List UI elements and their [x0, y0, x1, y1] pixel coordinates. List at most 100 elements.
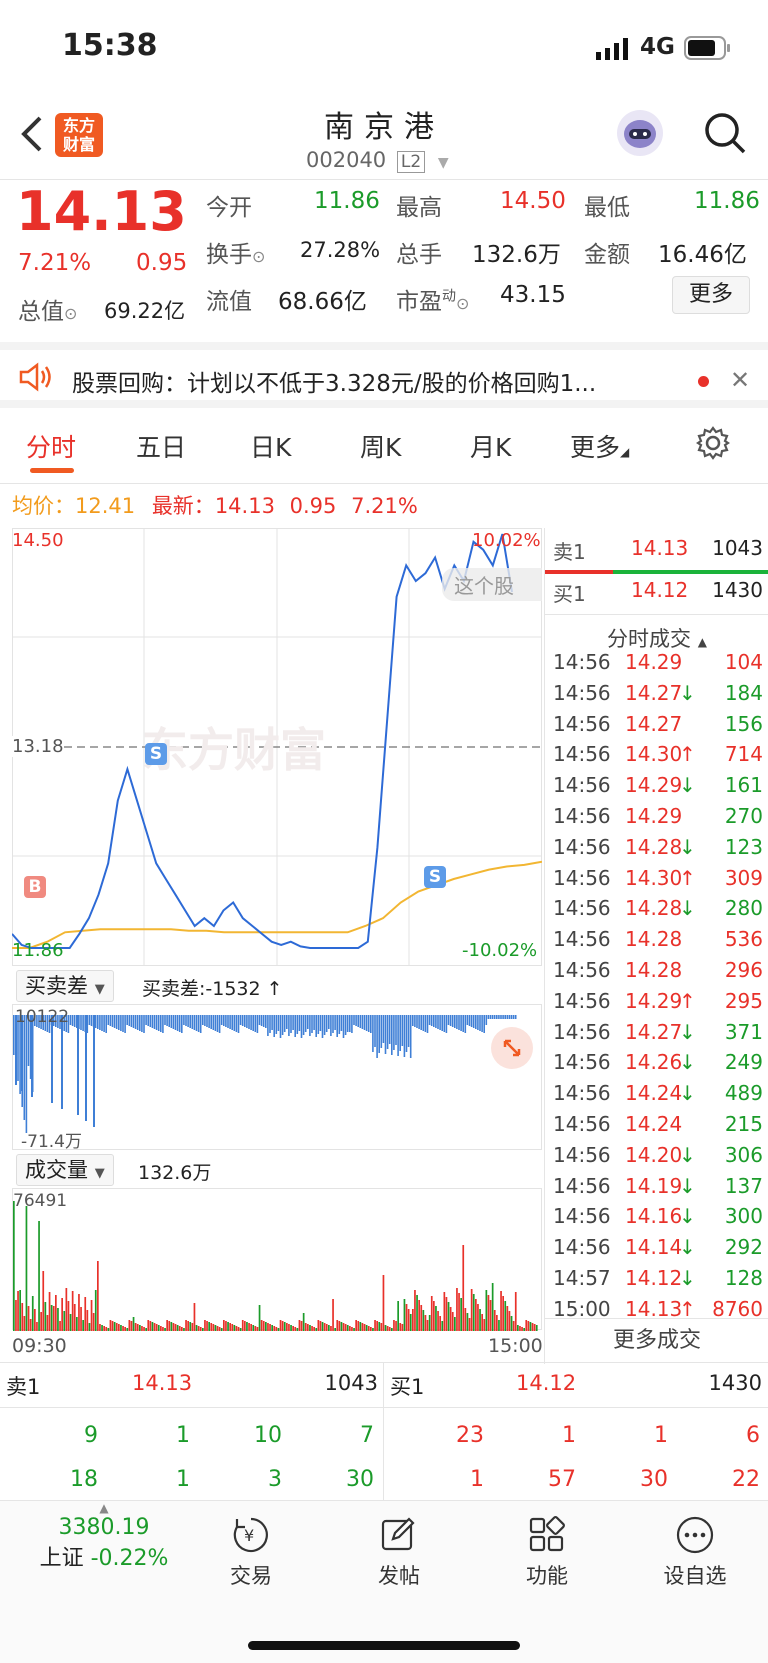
volume-bar: [265, 1322, 267, 1331]
volume-bar: [468, 1318, 471, 1331]
index-ticker[interactable]: ▲ 3380.19 上证 -0.22%: [24, 1501, 184, 1572]
volume-bar: [319, 1321, 322, 1331]
sell-marker[interactable]: S: [145, 743, 167, 765]
volume-bar: [283, 1322, 286, 1331]
stock-code-row[interactable]: 002040 L2 ▼: [306, 148, 449, 173]
spread-selector[interactable]: 买卖差 ▼: [16, 970, 114, 1002]
tick-price: 14.24: [625, 1081, 683, 1106]
spread-bar: [77, 1015, 79, 1115]
volume-bar: [370, 1327, 372, 1331]
tick-time: 14:56: [553, 1050, 611, 1075]
volume-bar: [90, 1300, 93, 1331]
tab-monthly-k[interactable]: 月K: [470, 428, 511, 464]
spread-bar: [489, 1015, 492, 1019]
expand-icon[interactable]: [491, 1027, 533, 1069]
tick-time: 14:56: [553, 927, 611, 952]
tab-weekly-k[interactable]: 周K: [360, 428, 401, 464]
volume-bar: [307, 1324, 309, 1331]
volume-bar: [403, 1299, 406, 1331]
spread-bar: [391, 1015, 393, 1055]
spread-bar: [447, 1015, 450, 1025]
volume-bar: [517, 1325, 519, 1331]
volume-bar: [292, 1326, 294, 1331]
volume-bar: [151, 1322, 154, 1331]
spread-bar: [191, 1015, 194, 1029]
tick-price: 14.19: [625, 1173, 683, 1198]
spread-bar: [197, 1015, 200, 1032]
volume-bar: [493, 1310, 496, 1331]
tick-price: 14.26: [625, 1050, 683, 1075]
order-book-panel: 卖1 14.13 1043 买1 14.12 1430 分时成交 ▲ 14:56…: [544, 528, 768, 1364]
search-icon[interactable]: [703, 111, 747, 159]
volume-bar: [502, 1296, 504, 1331]
spread-bar: [126, 1015, 128, 1025]
post-button[interactable]: 发帖: [344, 1515, 454, 1590]
spread-bar: [235, 1015, 238, 1032]
spread-bar: [145, 1015, 147, 1025]
settings-gear-icon[interactable]: [696, 426, 730, 464]
info-icon: ⊙: [456, 294, 470, 313]
volume-bar: [525, 1320, 528, 1331]
volume-bar: [323, 1323, 326, 1331]
volume-bar: [510, 1316, 513, 1331]
spread-bar: [281, 1015, 284, 1035]
spread-bar: [466, 1015, 469, 1025]
tick-volume: 371: [724, 1019, 763, 1044]
ticks-title[interactable]: 分时成交 ▲: [545, 614, 768, 653]
volume-bar: [470, 1289, 473, 1331]
sell-marker[interactable]: S: [424, 866, 446, 888]
close-icon[interactable]: ✕: [730, 366, 750, 394]
tick-row: 14:56 14.30 ↑ 714: [553, 742, 763, 772]
trade-button[interactable]: ¥ 交易: [196, 1515, 306, 1590]
volume-bar: [155, 1324, 158, 1331]
volume-bar: [220, 1328, 223, 1331]
spread-bar: [130, 1015, 133, 1027]
tab-active-indicator: [30, 468, 74, 473]
volume-bar: [458, 1293, 460, 1331]
price-change: 0.95: [136, 250, 188, 276]
spread-bar: [401, 1015, 404, 1046]
add-watchlist-button[interactable]: 设自选: [640, 1515, 750, 1590]
tab-daily-k[interactable]: 日K: [250, 428, 291, 464]
tick-price: 14.28: [625, 927, 683, 952]
functions-button[interactable]: 功能: [492, 1515, 602, 1590]
volume-bar: [304, 1323, 307, 1331]
volume-bar: [428, 1315, 431, 1331]
tick-arrow: ↓: [679, 834, 696, 859]
y-mid-label: 13.18: [12, 736, 64, 757]
spread-bar: [430, 1015, 433, 1026]
queue-cell: 18: [70, 1467, 98, 1492]
tick-price: 14.29: [625, 804, 683, 828]
volume-bar: [80, 1307, 82, 1331]
buyback-banner[interactable]: 股票回购：计划以不低于3.328元/股的价格回购1... ✕: [0, 342, 768, 408]
robot-avatar-icon[interactable]: [617, 110, 663, 156]
more-ticks-button[interactable]: 更多成交: [545, 1318, 768, 1362]
tab-more[interactable]: 更多◢: [570, 428, 629, 464]
spread-bottom-label: -71.4万: [21, 1132, 82, 1152]
spread-bar: [479, 1015, 481, 1031]
volume-bar: [527, 1321, 530, 1331]
volume-bar: [412, 1309, 414, 1331]
spread-bar: [317, 1015, 320, 1034]
spread-bar: [195, 1015, 198, 1031]
buy-marker[interactable]: B: [24, 876, 46, 898]
spread-bar: [120, 1015, 122, 1031]
hidden-tooltip-chip[interactable]: 这个股: [442, 568, 542, 601]
spread-bar: [510, 1015, 513, 1019]
float-label: 流值: [206, 289, 252, 315]
intraday-chart[interactable]: 东方财富 14.50 13.18 11.86 10.02% -10.02% 这个…: [12, 528, 542, 966]
more-button[interactable]: 更多: [672, 276, 750, 314]
volume-selector[interactable]: 成交量 ▼: [16, 1154, 114, 1186]
volume-bar: [178, 1326, 181, 1331]
volume-bar: [388, 1327, 391, 1331]
spread-bar: [407, 1015, 410, 1047]
tab-intraday[interactable]: 分时: [26, 428, 76, 464]
volume-bar: [523, 1328, 525, 1331]
tab-five-day[interactable]: 五日: [136, 428, 186, 464]
spread-bar: [380, 1015, 383, 1048]
volume-bar: [172, 1323, 175, 1331]
tick-volume: 536: [724, 927, 763, 952]
spread-bar: [136, 1015, 139, 1030]
spread-bar: [483, 1015, 485, 1033]
tick-time: 14:56: [553, 1204, 611, 1229]
